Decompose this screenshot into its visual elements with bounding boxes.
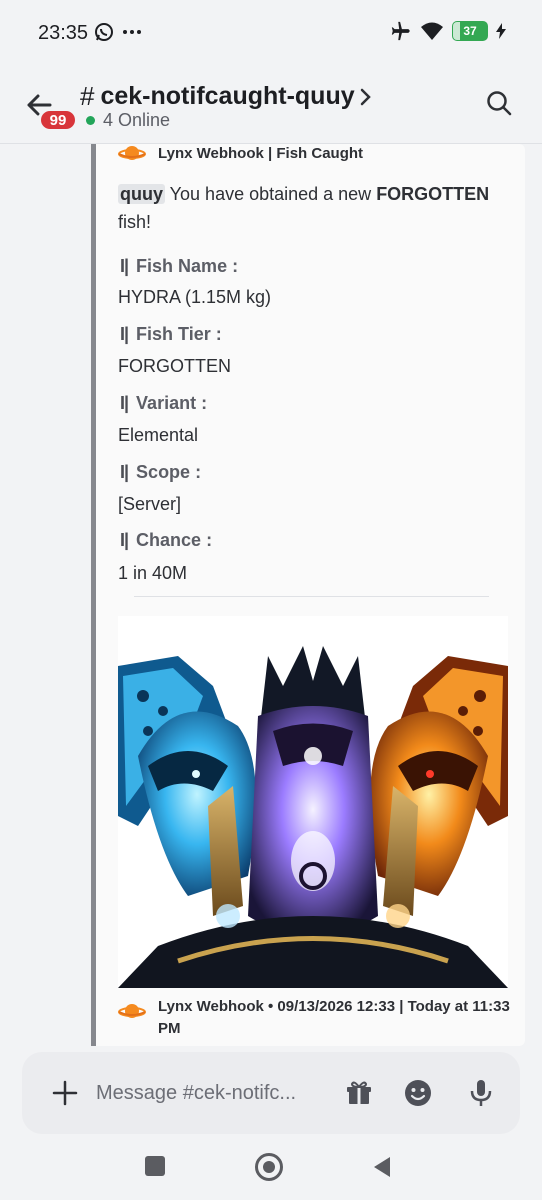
wifi-icon	[421, 22, 443, 40]
gift-icon[interactable]	[346, 1080, 372, 1106]
status-right-icons: 37	[390, 20, 506, 42]
plus-icon[interactable]	[52, 1080, 78, 1106]
user-mention[interactable]: quuy	[118, 184, 165, 204]
channel-title[interactable]: # cek-notifcaught-quuy	[80, 81, 355, 112]
unread-badge: 99	[38, 108, 78, 132]
emoji-icon[interactable]	[404, 1079, 432, 1107]
field-value-variant: Elemental	[118, 425, 199, 445]
webhook-embed: Lynx Webhook | Fish Caught quuy You have…	[91, 144, 525, 1046]
field-label-variant: I| Variant :	[120, 393, 208, 413]
status-time: 23:35	[38, 22, 89, 44]
online-dot-icon	[86, 116, 95, 125]
field-label-scope: I| Scope :	[120, 462, 202, 482]
field-label-fish-tier: I| Fish Tier :	[120, 324, 222, 344]
system-nav-bar	[0, 1134, 542, 1200]
chevron-right-icon[interactable]	[360, 88, 372, 106]
embed-footer-text: Lynx Webhook • 09/13/2026 12:33 | Today …	[158, 998, 510, 1037]
field-value-chance: 1 in 40M	[118, 563, 188, 583]
search-icon[interactable]	[486, 90, 512, 116]
recent-apps-button[interactable]	[145, 1156, 165, 1176]
battery-indicator: 37	[452, 21, 488, 41]
status-bar: 23:35 37	[0, 0, 542, 66]
online-status: 4 Online	[86, 110, 170, 131]
field-label-fish-name: I| Fish Name :	[120, 256, 239, 276]
home-button[interactable]	[255, 1153, 283, 1181]
field-label-chance: I| Chance :	[120, 530, 213, 550]
channel-hash-icon: #	[80, 81, 95, 111]
status-left-icons	[94, 22, 142, 42]
planet-icon	[118, 146, 146, 160]
online-count: 4 Online	[103, 110, 171, 130]
embed-separator	[134, 596, 489, 597]
embed-author: Lynx Webhook | Fish Caught	[118, 144, 363, 162]
channel-name: cek-notifcaught-quuy	[100, 82, 355, 110]
embed-author-name[interactable]: Lynx Webhook | Fish Caught	[158, 145, 363, 162]
nav-back-icon[interactable]	[372, 1156, 392, 1178]
field-value-fish-name: HYDRA (1.15M kg)	[118, 287, 272, 307]
field-value-scope: [Server]	[118, 494, 182, 514]
field-value-fish-tier: FORGOTTEN	[118, 356, 231, 376]
airplane-mode-icon	[391, 21, 410, 41]
embed-description: quuy You have obtained a new FORGOTTEN f…	[118, 184, 490, 232]
more-dots-icon	[123, 30, 141, 34]
planet-icon	[118, 1004, 146, 1018]
embed-footer: Lynx Webhook • 09/13/2026 12:33 | Today …	[118, 996, 518, 1040]
hydra-image[interactable]	[118, 616, 508, 988]
message-input[interactable]	[96, 1076, 326, 1110]
mic-icon[interactable]	[470, 1079, 492, 1107]
charging-icon	[496, 23, 506, 39]
hydra-illustration	[118, 616, 508, 988]
message-composer	[22, 1052, 520, 1134]
whatsapp-icon	[95, 23, 113, 41]
